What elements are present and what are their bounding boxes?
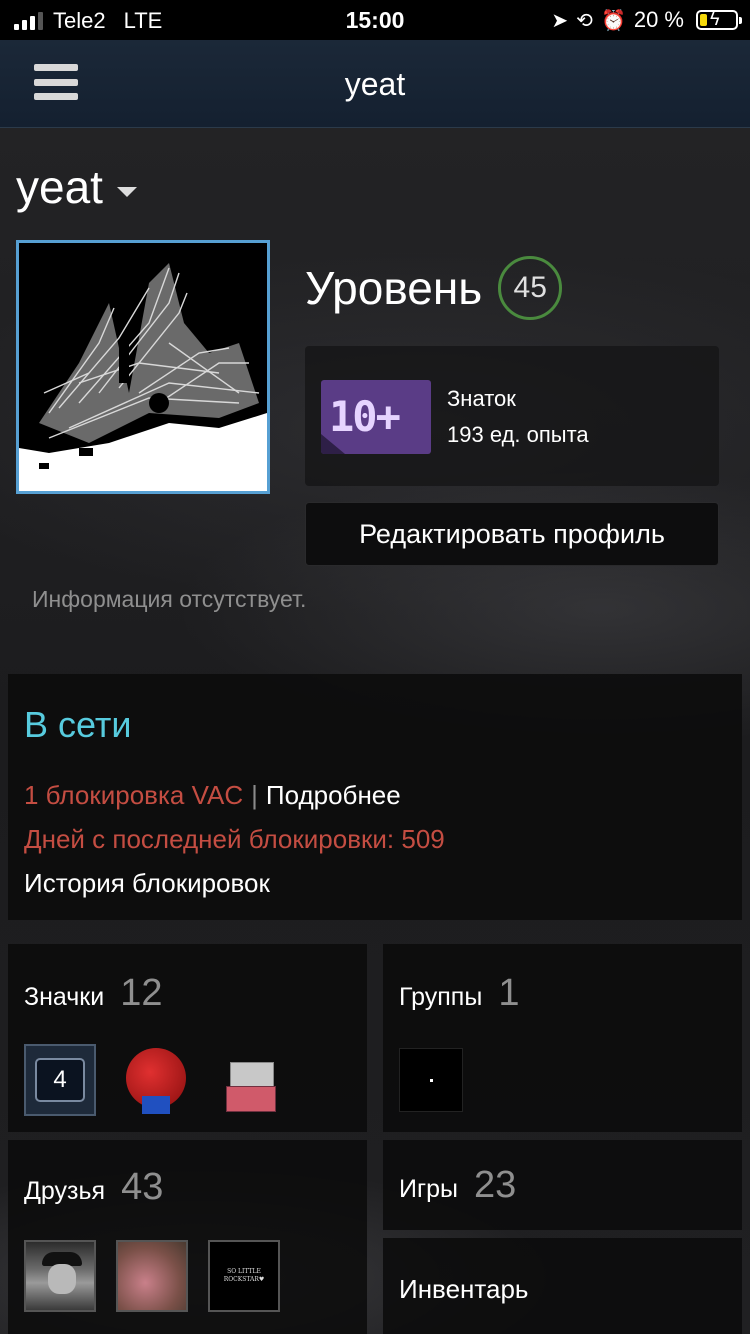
separator: | [251,780,258,810]
badge-title: Знаток [447,386,516,411]
friends-label: Друзья [24,1177,106,1205]
alarm-icon: ⏰ [600,9,626,32]
battery-percent: 20 % [633,7,684,32]
friends-tile[interactable]: Друзья 43 SO LITTLE ROCKSTAR♥ [8,1140,367,1334]
games-count: 23 [473,1164,517,1206]
ban-history-link[interactable]: История блокировок [24,868,270,899]
vac-ban-line: 1 блокировка VAC | Подробнее [24,780,401,811]
friend-avatar[interactable]: SO LITTLE ROCKSTAR♥ [208,1240,280,1312]
years-of-service-badge-icon: 10+ [321,380,431,454]
avatar[interactable] [16,240,270,494]
inventory-tile[interactable]: Инвентарь [383,1238,742,1334]
level-label: Уровень [305,262,483,314]
days-since-ban: Дней с последней блокировки: 509 [24,824,445,854]
badge-image-text: 10+ [329,392,401,441]
header-title: yeat [344,66,406,102]
inventory-label: Инвентарь [399,1274,529,1304]
badges-label: Значки [24,983,105,1011]
friend-avatar[interactable] [24,1240,96,1312]
games-header: Игры 23 [399,1164,516,1207]
location-arrow-icon: ➤ [551,9,569,32]
app-header: yeat [0,40,750,128]
level-number: 45 [498,256,563,320]
groups-label: Группы [399,983,483,1011]
group-avatar[interactable] [399,1048,463,1112]
chevron-down-icon [116,187,137,197]
edit-profile-button[interactable]: Редактировать профиль [305,502,719,566]
badge-number: 4 [35,1058,85,1102]
mail-box-badge-icon[interactable] [216,1054,288,1126]
status-bar: Tele2 LTE 15:00 ➤ ⟲ ⏰ 20 % ϟ [0,0,750,40]
badges-count: 12 [120,972,163,1014]
vac-ban-count: 1 блокировка VAC [24,780,244,810]
profile-summary: Информация отсутствует. [32,586,307,612]
friends-header: Друзья 43 [24,1166,163,1209]
avatar-image [19,243,267,491]
groups-count: 1 [498,972,520,1014]
badge-icon[interactable]: 4 [24,1044,96,1116]
battery-icon: ϟ [696,9,742,30]
games-tile[interactable]: Игры 23 [383,1140,742,1230]
friend-avatar-text: SO LITTLE ROCKSTAR♥ [223,1268,265,1283]
friends-count: 43 [121,1166,164,1208]
badge-xp: 193 ед. опыта [447,422,589,447]
games-label: Игры [399,1175,458,1203]
orientation-lock-icon: ⟲ [576,9,593,32]
charging-bolt-icon: ϟ [710,9,720,29]
friend-avatar[interactable] [116,1240,188,1312]
details-link[interactable]: Подробнее [266,780,401,811]
profile-name-dropdown[interactable]: yeat [16,160,137,214]
online-status: В сети [24,704,132,745]
badges-header: Значки 12 [24,972,162,1015]
groups-header: Группы 1 [399,972,519,1015]
wax-seal-badge-icon[interactable] [120,1044,192,1116]
featured-badge[interactable]: 10+ Знаток 193 ед. опыта [305,346,719,486]
level-display: Уровень 45 [305,256,563,320]
groups-tile[interactable]: Группы 1 [383,944,742,1132]
profile-name: yeat [16,161,103,213]
status-panel: В сети 1 блокировка VAC | Подробнее Дней… [8,674,742,920]
badges-tile[interactable]: Значки 12 4 [8,944,367,1132]
status-icons: ➤ ⟲ ⏰ 20 % ϟ [551,7,742,33]
